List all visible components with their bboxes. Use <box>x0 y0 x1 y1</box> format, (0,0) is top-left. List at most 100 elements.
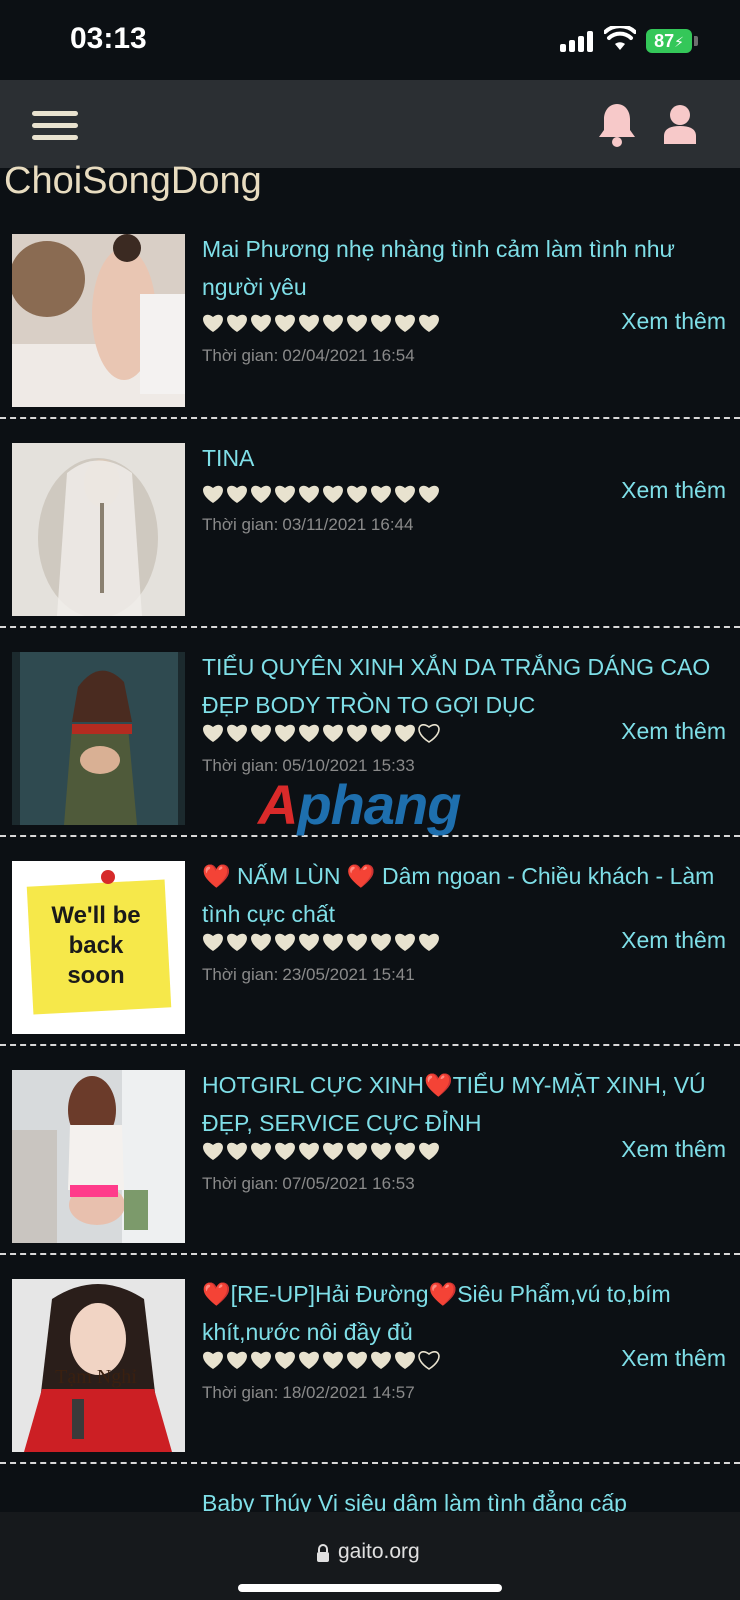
battery-tip <box>694 36 698 46</box>
heart-icon <box>203 1351 223 1369</box>
date-label: Thời gian: <box>202 515 279 534</box>
date-value: 18/02/2021 14:57 <box>282 1383 415 1402</box>
post-date: Thời gian: 03/11/2021 16:44 <box>202 515 413 535</box>
heart-icon <box>203 724 223 742</box>
heart-icon <box>203 933 223 951</box>
heart-icon <box>251 485 271 503</box>
heart-icon <box>323 1142 343 1160</box>
date-label: Thời gian: <box>202 346 279 365</box>
heart-icon <box>275 1142 295 1160</box>
post-thumbnail[interactable] <box>12 234 185 407</box>
heart-icon <box>347 1351 367 1369</box>
rating-hearts <box>202 722 452 748</box>
post-title[interactable]: HOTGIRL CỰC XINH❤️TIỂU MY-MẶT XINH, VÚ Đ… <box>202 1066 722 1142</box>
date-value: 07/05/2021 16:53 <box>282 1174 415 1193</box>
watermark-logo: Aphang <box>258 773 461 836</box>
heart-icon <box>347 314 367 332</box>
watermark-rest: phang <box>297 773 461 836</box>
cellular-signal-icon <box>560 30 596 52</box>
battery-indicator: 87⚡ <box>646 29 692 53</box>
list-item[interactable]: TINA Xem thêm Thời gian: 03/11/2021 16:44 <box>0 419 740 628</box>
heart-icon <box>275 724 295 742</box>
heart-icon <box>347 485 367 503</box>
site-title: ChoiSongDong <box>4 160 262 202</box>
hamburger-menu-icon[interactable] <box>32 111 78 141</box>
post-thumbnail[interactable] <box>12 443 185 616</box>
heart-icon <box>251 933 271 951</box>
heart-icon <box>371 485 391 503</box>
post-thumbnail[interactable]: We'll be back soon <box>12 861 185 1034</box>
heart-icon <box>251 1351 271 1369</box>
heart-icon <box>203 485 223 503</box>
heart-icon <box>323 724 343 742</box>
see-more-link[interactable]: Xem thêm <box>621 477 726 504</box>
post-thumbnail[interactable]: Tạm Nghỉ <box>12 1279 185 1452</box>
heart-icon <box>395 933 415 951</box>
heart-icon <box>371 1142 391 1160</box>
heart-icon <box>227 485 247 503</box>
list-item[interactable]: We'll be back soon ❤️ NẤM LÙN ❤️ Dâm ngoan… <box>0 837 740 1046</box>
see-more-link[interactable]: Xem thêm <box>621 1136 726 1163</box>
heart-icon <box>299 724 319 742</box>
battery-level: 87 <box>654 31 675 51</box>
heart-icon <box>323 933 343 951</box>
home-indicator[interactable] <box>238 1584 502 1592</box>
heart-icon <box>371 314 391 332</box>
heart-icon <box>371 933 391 951</box>
date-value: 23/05/2021 15:41 <box>282 965 415 984</box>
heart-icon <box>275 314 295 332</box>
see-more-link[interactable]: Xem thêm <box>621 927 726 954</box>
heart-icon <box>418 1351 440 1370</box>
heart-icon <box>227 933 247 951</box>
post-thumbnail[interactable] <box>12 1070 185 1243</box>
heart-icon <box>395 314 415 332</box>
heart-icon <box>419 1142 439 1160</box>
heart-icon <box>299 1142 319 1160</box>
see-more-link[interactable]: Xem thêm <box>621 1345 726 1372</box>
heart-icon <box>347 724 367 742</box>
wifi-icon <box>604 26 636 50</box>
see-more-link[interactable]: Xem thêm <box>621 718 726 745</box>
heart-icon <box>275 485 295 503</box>
rating-hearts <box>202 312 452 338</box>
heart-icon <box>203 314 223 332</box>
user-icon[interactable] <box>662 104 698 144</box>
list-item[interactable]: Tạm Nghỉ ❤️[RE-UP]Hải Đường❤️Siêu Phẩm,v… <box>0 1255 740 1464</box>
caption-text: Tạm Nghỉ <box>55 1366 137 1388</box>
heart-icon <box>395 1142 415 1160</box>
post-title[interactable]: Mai Phương nhẹ nhàng tình cảm làm tình n… <box>202 230 722 306</box>
rating-hearts <box>202 1349 452 1375</box>
heart-icon <box>419 485 439 503</box>
heart-icon <box>418 724 440 743</box>
heart-icon <box>395 724 415 742</box>
url-text[interactable]: gaito.org <box>338 1540 420 1564</box>
heart-icon <box>299 933 319 951</box>
top-nav-bar <box>0 80 740 168</box>
heart-icon <box>347 933 367 951</box>
lock-icon <box>317 1544 329 1562</box>
heart-icon <box>275 933 295 951</box>
list-item[interactable]: HOTGIRL CỰC XINH❤️TIỂU MY-MẶT XINH, VÚ Đ… <box>0 1046 740 1255</box>
browser-address-bar[interactable]: gaito.org <box>0 1512 740 1600</box>
heart-icon <box>371 724 391 742</box>
status-bar: 03:13 87⚡ <box>0 0 740 80</box>
post-title[interactable]: TIỂU QUYÊN XINH XẮN DA TRẮNG DÁNG CAO ĐẸ… <box>202 648 722 724</box>
heart-icon <box>395 485 415 503</box>
heart-icon <box>299 1351 319 1369</box>
heart-icon <box>227 314 247 332</box>
heart-icon <box>227 1142 247 1160</box>
post-title[interactable]: TINA <box>202 439 722 477</box>
bell-icon[interactable] <box>596 102 638 148</box>
heart-icon <box>347 1142 367 1160</box>
post-thumbnail[interactable] <box>12 652 185 825</box>
see-more-link[interactable]: Xem thêm <box>621 308 726 335</box>
post-date: Thời gian: 07/05/2021 16:53 <box>202 1174 415 1194</box>
heart-icon <box>299 485 319 503</box>
post-title[interactable]: ❤️ NẤM LÙN ❤️ Dâm ngoan - Chiều khách - … <box>202 857 722 933</box>
list-item[interactable]: Mai Phương nhẹ nhàng tình cảm làm tình n… <box>0 210 740 419</box>
heart-icon <box>419 314 439 332</box>
heart-icon <box>419 933 439 951</box>
rating-hearts <box>202 483 452 509</box>
post-title[interactable]: ❤️[RE-UP]Hải Đường❤️Siêu Phẩm,vú to,bím … <box>202 1275 722 1351</box>
heart-icon <box>323 314 343 332</box>
